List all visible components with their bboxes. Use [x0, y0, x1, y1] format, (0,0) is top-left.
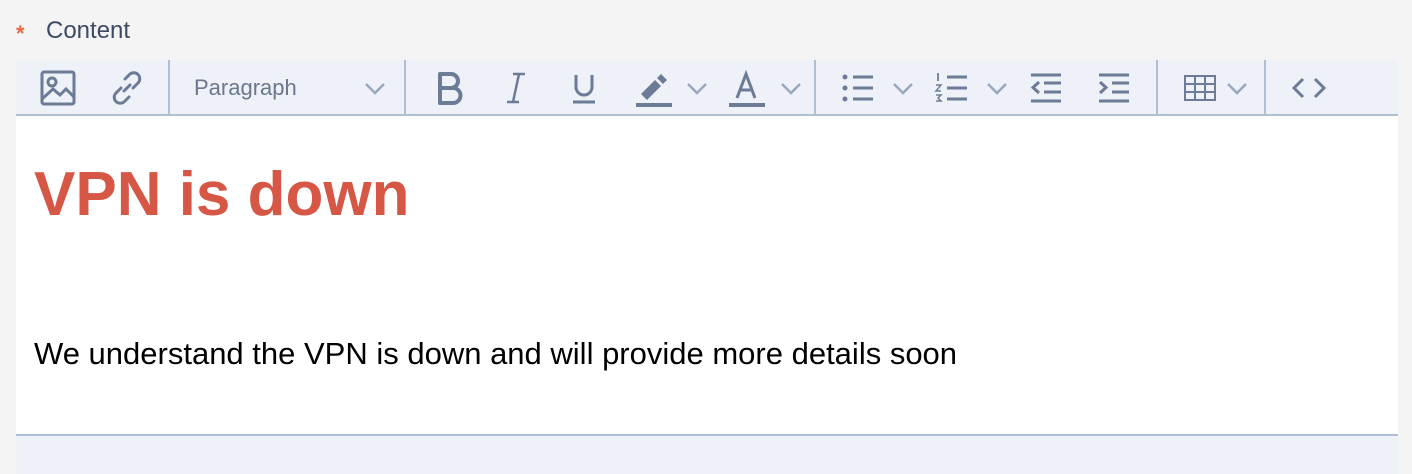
italic-button[interactable] — [492, 60, 540, 116]
indent-button[interactable] — [1090, 60, 1138, 116]
toolbar-separator — [404, 60, 406, 116]
toolbar-separator — [1264, 60, 1266, 116]
insert-table-button[interactable] — [1176, 60, 1224, 116]
link-icon — [108, 69, 146, 107]
font-color-dropdown[interactable] — [778, 60, 804, 116]
outdent-icon — [1028, 71, 1064, 105]
editor-toolbar: Paragraph — [16, 60, 1398, 116]
content-paragraph: We understand the VPN is down and will p… — [34, 336, 958, 371]
bold-button[interactable] — [426, 60, 474, 116]
chevron-down-icon — [780, 78, 802, 98]
editor-status-bar — [16, 434, 1398, 474]
numbered-list-button[interactable] — [928, 60, 976, 116]
font-color-button[interactable] — [722, 60, 770, 116]
indent-icon — [1096, 71, 1132, 105]
chevron-down-icon — [364, 78, 386, 103]
toolbar-separator — [814, 60, 816, 116]
outdent-button[interactable] — [1022, 60, 1070, 116]
source-code-button[interactable] — [1284, 60, 1334, 116]
bold-icon — [435, 71, 465, 105]
chevron-down-icon — [1226, 78, 1248, 98]
italic-icon — [503, 71, 529, 105]
chevron-down-icon — [892, 78, 914, 98]
chevron-down-icon — [986, 78, 1008, 98]
highlight-icon — [633, 68, 673, 108]
editor-content-area[interactable]: VPN is down We understand the VPN is dow… — [16, 118, 1398, 434]
table-icon — [1183, 74, 1217, 102]
content-heading: VPN is down — [34, 160, 410, 229]
highlight-button[interactable] — [628, 60, 678, 116]
bulleted-list-icon — [840, 71, 876, 105]
font-color-icon — [726, 68, 766, 108]
required-marker: * — [16, 21, 25, 46]
bulleted-list-dropdown[interactable] — [890, 60, 916, 116]
paragraph-format-select[interactable]: Paragraph — [178, 60, 398, 116]
chevron-down-icon — [686, 78, 708, 98]
numbered-list-dropdown[interactable] — [984, 60, 1010, 116]
bulleted-list-button[interactable] — [834, 60, 882, 116]
paragraph-format-value: Paragraph — [194, 75, 297, 100]
highlight-dropdown[interactable] — [684, 60, 710, 116]
image-icon — [39, 69, 77, 107]
insert-link-button[interactable] — [102, 60, 152, 116]
toolbar-separator — [1156, 60, 1158, 116]
toolbar-separator — [168, 60, 170, 116]
underline-button[interactable] — [560, 60, 608, 116]
field-label-text: Content — [46, 17, 131, 44]
table-dropdown[interactable] — [1224, 60, 1250, 116]
rich-text-editor: Paragraph VPN is down We understand the … — [16, 60, 1398, 474]
underline-icon — [570, 71, 598, 105]
source-code-icon — [1291, 75, 1327, 101]
insert-image-button[interactable] — [34, 60, 82, 116]
numbered-list-icon — [934, 71, 970, 105]
content-field-label: * Content — [16, 16, 130, 46]
